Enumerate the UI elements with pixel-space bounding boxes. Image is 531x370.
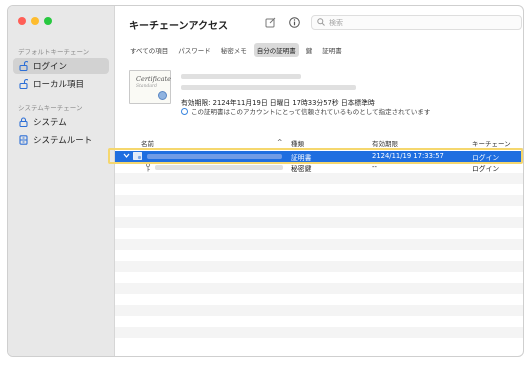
category-tabs: すべての項目 パスワード 秘密メモ 自分の証明書 鍵 証明書 [127, 43, 345, 57]
table-row[interactable]: 証明書 2124/11/19 17:33:57 ログイン [115, 151, 523, 162]
sidebar-section-default: デフォルトキーチェーン [18, 48, 90, 56]
sidebar: デフォルトキーチェーン ログイン ローカル項目 システムキーチェーン システム [8, 6, 115, 356]
column-header-kind[interactable]: 種類 [291, 138, 304, 148]
empty-row [115, 261, 523, 272]
empty-row [115, 272, 523, 283]
trust-indicator-icon [181, 107, 188, 115]
redacted-issuer [181, 85, 356, 90]
tab-secure-notes[interactable]: 秘密メモ [218, 43, 250, 57]
tab-certificates[interactable]: 証明書 [319, 43, 345, 57]
window-controls [18, 17, 52, 25]
empty-row [115, 283, 523, 294]
disclosure-chevron-icon[interactable] [123, 151, 130, 162]
row-expires: 2124/11/19 17:33:57 [372, 152, 444, 160]
empty-row [115, 338, 523, 349]
empty-row [115, 250, 523, 261]
empty-row [115, 294, 523, 305]
empty-row [115, 184, 523, 195]
minimize-window-button[interactable] [31, 17, 39, 25]
redacted-row-name [155, 165, 283, 170]
padlock-icon [19, 117, 28, 127]
empty-row [115, 173, 523, 184]
table-header: 名前 ^ 種類 有効期限 キーチェーン [115, 135, 523, 149]
certificate-icon [133, 152, 142, 162]
row-keychain: ログイン [472, 165, 500, 173]
sidebar-item-login[interactable]: ログイン [13, 58, 109, 74]
column-header-expires[interactable]: 有効期限 [372, 138, 398, 148]
trust-status: この証明書はこのアカウントにとって信頼されているものとして指定されています [181, 106, 430, 116]
redacted-row-name [147, 154, 282, 159]
sidebar-section-system: システムキーチェーン [18, 104, 83, 112]
empty-row [115, 316, 523, 327]
sort-indicator-icon[interactable]: ^ [277, 138, 282, 146]
empty-row [115, 217, 523, 228]
certificate-image-subtext: Standard [136, 84, 158, 89]
search-placeholder: 検索 [329, 18, 343, 27]
empty-row [115, 195, 523, 206]
tab-all-items[interactable]: すべての項目 [127, 43, 171, 57]
trust-status-text: この証明書はこのアカウントにとって信頼されているものとして指定されています [191, 108, 431, 116]
row-kind: 秘密鍵 [291, 165, 312, 173]
empty-row [115, 305, 523, 316]
sidebar-item-system[interactable]: システム [13, 114, 109, 130]
column-header-keychain[interactable]: キーチェーン [472, 138, 511, 148]
zoom-window-button[interactable] [44, 17, 52, 25]
row-expires: -- [372, 163, 377, 171]
unlocked-padlock-icon [19, 79, 28, 89]
search-icon [317, 17, 325, 28]
tab-keys[interactable]: 鍵 [303, 43, 316, 57]
empty-row [115, 206, 523, 217]
items-table: 名前 ^ 種類 有効期限 キーチェーン 証明書 2124/11/19 17:33… [115, 135, 523, 356]
column-header-name[interactable]: 名前 [141, 138, 154, 148]
empty-row [115, 327, 523, 338]
row-kind: 証明書 [291, 154, 312, 162]
search-field[interactable]: 検索 [311, 15, 522, 30]
sidebar-item-label: システムルート [33, 136, 93, 146]
tab-passwords[interactable]: パスワード [175, 43, 214, 57]
main-pane: キーチェーンアクセス 検索 すべての項目 パスワード 秘密メモ 自分の証明書 鍵… [115, 6, 523, 356]
keychain-window: デフォルトキーチェーン ログイン ローカル項目 システムキーチェーン システム [7, 5, 524, 357]
empty-row [115, 228, 523, 239]
sidebar-item-local-items[interactable]: ローカル項目 [13, 76, 109, 92]
certificate-image: Certificate Standard [129, 70, 171, 104]
unlocked-padlock-icon [19, 61, 28, 71]
redacted-certificate-name [181, 74, 301, 79]
empty-row [115, 239, 523, 250]
cabinet-icon [19, 135, 28, 145]
table-row[interactable]: 秘密鍵 -- ログイン [115, 162, 523, 173]
new-item-icon[interactable] [265, 17, 276, 28]
certificate-image-text: Certificate [136, 75, 171, 83]
close-window-button[interactable] [18, 17, 26, 25]
info-icon[interactable] [289, 17, 300, 28]
sidebar-item-label: ローカル項目 [33, 80, 85, 90]
window-title: キーチェーンアクセス [129, 21, 228, 32]
certificate-seal-icon [158, 91, 167, 100]
sidebar-item-label: ログイン [33, 62, 68, 72]
row-keychain: ログイン [472, 154, 500, 162]
tab-my-certificates[interactable]: 自分の証明書 [253, 43, 299, 57]
sidebar-item-label: システム [33, 118, 67, 128]
sidebar-item-system-roots[interactable]: システムルート [13, 132, 109, 148]
